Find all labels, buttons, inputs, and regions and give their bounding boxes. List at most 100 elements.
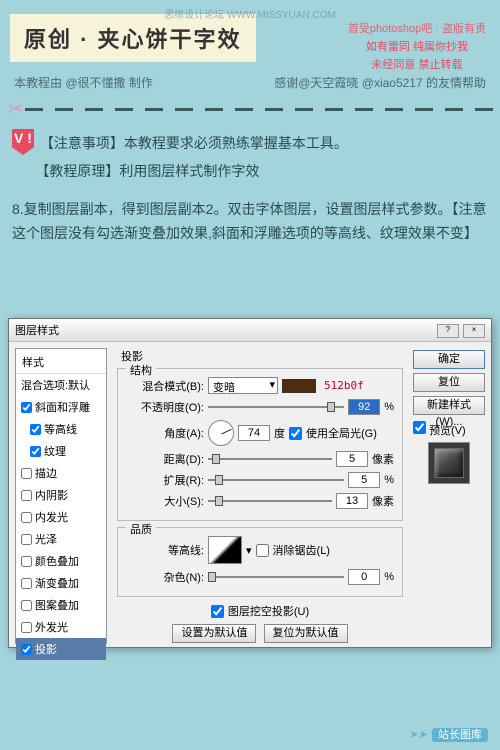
- style-label: 内阴影: [35, 487, 68, 503]
- sidebar-item[interactable]: 描边: [16, 462, 106, 484]
- dialog-main: 投影 结构 混合模式(B): 变暗 512b0f 不透明度(O): 92 % 角…: [113, 342, 407, 650]
- new-style-button[interactable]: 新建样式(W)...: [413, 396, 485, 415]
- v-icon: V !: [12, 129, 34, 155]
- style-checkbox[interactable]: [30, 446, 41, 457]
- antialias-label: 消除锯齿(L): [273, 542, 330, 558]
- opacity-value[interactable]: 92: [348, 399, 380, 415]
- group-title: 品质: [126, 521, 156, 537]
- notice-line-2: 【教程原理】利用图层样式制作字效: [35, 163, 259, 179]
- blend-mode-select[interactable]: 变暗: [208, 377, 278, 394]
- pct-unit: %: [384, 401, 394, 413]
- noise-slider[interactable]: [208, 570, 344, 584]
- style-label: 内发光: [35, 509, 68, 525]
- footer-logo: ➤➤ 站长图库: [409, 726, 489, 742]
- copyright-notes: 首受photoshop吧 · 盗版有责 如有雷同 纯属你抄我 未经同意 禁止转载: [348, 20, 486, 74]
- spread-slider[interactable]: [208, 473, 344, 487]
- sidebar-item[interactable]: 颜色叠加: [16, 550, 106, 572]
- dialog-titlebar[interactable]: 图层样式 ? ×: [9, 319, 491, 342]
- author-right: 感谢@天空霞晓 @xiao5217 的友情帮助: [274, 74, 486, 91]
- style-checkbox[interactable]: [21, 600, 32, 611]
- footer-text: 站长图库: [432, 728, 488, 742]
- panel-title: 投影: [121, 348, 403, 364]
- sidebar-item[interactable]: 外发光: [16, 616, 106, 638]
- spread-value[interactable]: 5: [348, 472, 380, 488]
- sidebar-item[interactable]: 纹理: [16, 440, 106, 462]
- style-label: 图案叠加: [35, 597, 79, 613]
- style-checkbox[interactable]: [21, 534, 32, 545]
- style-checkbox[interactable]: [21, 490, 32, 501]
- divider: ✂: [0, 99, 500, 119]
- help-button[interactable]: ?: [437, 324, 459, 338]
- style-label: 等高线: [44, 421, 77, 437]
- sidebar-item[interactable]: 图案叠加: [16, 594, 106, 616]
- notice-block: V ! 【注意事项】本教程要求必须熟练掌握基本工具。 【教程原理】利用图层样式制…: [0, 119, 500, 195]
- style-label: 纹理: [44, 443, 66, 459]
- style-checkbox[interactable]: [21, 468, 32, 479]
- distance-value[interactable]: 5: [336, 451, 368, 467]
- window-buttons: ? ×: [436, 323, 485, 338]
- sidebar-item[interactable]: 等高线: [16, 418, 106, 440]
- set-default-button[interactable]: 设置为默认值: [172, 624, 256, 643]
- structure-group: 结构 混合模式(B): 变暗 512b0f 不透明度(O): 92 % 角度(A…: [117, 368, 403, 521]
- sidebar-item[interactable]: 内发光: [16, 506, 106, 528]
- size-value[interactable]: 13: [336, 493, 368, 509]
- knockout-checkbox[interactable]: [211, 605, 224, 618]
- author-row: 本教程由 @很不懂撒 制作 感谢@天空霞晓 @xiao5217 的友情帮助: [0, 70, 500, 99]
- style-checkbox[interactable]: [21, 556, 32, 567]
- noise-label: 杂色(N):: [126, 569, 204, 585]
- px-unit: 像素: [372, 493, 394, 509]
- step-text: 8.复制图层副本，得到图层副本2。双击字体图层，设置图层样式参数。【注意这个图层…: [0, 195, 500, 257]
- style-label: 渐变叠加: [35, 575, 79, 591]
- sidebar-item[interactable]: 斜面和浮雕: [16, 396, 106, 418]
- layer-style-dialog: 图层样式 ? × 样式 混合选项:默认 斜面和浮雕等高线纹理描边内阴影内发光光泽…: [8, 318, 492, 648]
- style-checkbox[interactable]: [21, 402, 32, 413]
- preview-checkbox[interactable]: [413, 421, 426, 434]
- arrow-icon: ➤➤: [409, 729, 427, 741]
- page-title: 原创 · 夹心饼干字效: [10, 14, 256, 62]
- cancel-button[interactable]: 复位: [413, 373, 485, 392]
- style-checkbox[interactable]: [21, 578, 32, 589]
- contour-picker[interactable]: [208, 536, 242, 564]
- reset-default-button[interactable]: 复位为默认值: [264, 624, 348, 643]
- px-unit: 像素: [372, 451, 394, 467]
- style-label: 光泽: [35, 531, 57, 547]
- spread-label: 扩展(R):: [126, 472, 204, 488]
- blend-mode-label: 混合模式(B):: [126, 378, 204, 394]
- style-checkbox[interactable]: [21, 512, 32, 523]
- sidebar-item[interactable]: 投影: [16, 638, 106, 660]
- angle-dial[interactable]: [208, 420, 234, 446]
- style-label: 描边: [35, 465, 57, 481]
- style-checkbox[interactable]: [30, 424, 41, 435]
- note-line: 如有雷同 纯属你抄我: [348, 38, 486, 56]
- contour-label: 等高线:: [126, 542, 204, 558]
- global-light-checkbox[interactable]: [289, 427, 302, 440]
- sidebar-item[interactable]: 光泽: [16, 528, 106, 550]
- knockout-label: 图层挖空投影(U): [228, 603, 309, 619]
- author-left: 本教程由 @很不懂撒 制作: [14, 74, 153, 91]
- chevron-down-icon[interactable]: ▾: [246, 544, 252, 557]
- sidebar-item-blend[interactable]: 混合选项:默认: [16, 374, 106, 396]
- noise-value[interactable]: 0: [348, 569, 380, 585]
- styles-sidebar: 样式 混合选项:默认 斜面和浮雕等高线纹理描边内阴影内发光光泽颜色叠加渐变叠加图…: [15, 348, 107, 644]
- opacity-slider[interactable]: [208, 400, 344, 414]
- style-label: 斜面和浮雕: [35, 399, 90, 415]
- dashed-line: [25, 108, 500, 111]
- angle-unit: 度: [274, 425, 285, 441]
- shadow-color-swatch[interactable]: [282, 379, 316, 393]
- angle-value[interactable]: 74: [238, 425, 270, 441]
- size-label: 大小(S):: [126, 493, 204, 509]
- style-checkbox[interactable]: [21, 644, 32, 655]
- pct-unit: %: [384, 571, 394, 583]
- antialias-checkbox[interactable]: [256, 544, 269, 557]
- style-checkbox[interactable]: [21, 622, 32, 633]
- style-label: 外发光: [35, 619, 68, 635]
- sidebar-item[interactable]: 内阴影: [16, 484, 106, 506]
- distance-slider[interactable]: [208, 452, 332, 466]
- distance-label: 距离(D):: [126, 451, 204, 467]
- preview-label: 预览(V): [429, 425, 466, 437]
- color-hex: 512b0f: [324, 379, 364, 392]
- close-button[interactable]: ×: [463, 324, 485, 338]
- sidebar-item[interactable]: 渐变叠加: [16, 572, 106, 594]
- ok-button[interactable]: 确定: [413, 350, 485, 369]
- size-slider[interactable]: [208, 494, 332, 508]
